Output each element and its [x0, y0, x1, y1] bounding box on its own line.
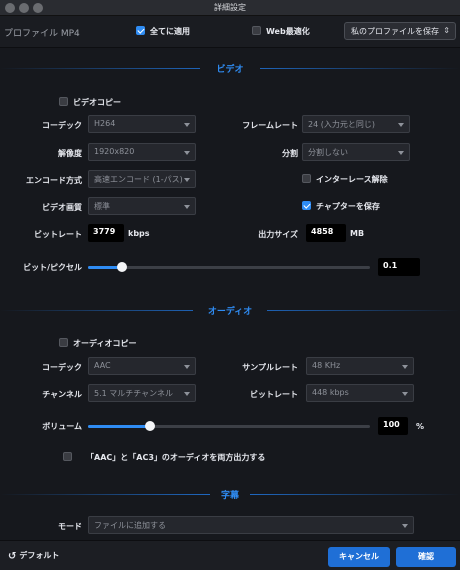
audio-codec-value: AAC [94, 361, 111, 370]
keep-chapters-label: チャプターを保存 [316, 202, 380, 211]
chevron-down-icon [398, 123, 404, 127]
volume-slider[interactable] [88, 421, 370, 431]
reset-default-label: デフォルト [19, 551, 60, 560]
audio-codec-label: コーデック [42, 363, 82, 372]
video-copy-checkbox[interactable] [59, 97, 68, 106]
chevron-down-icon [184, 365, 190, 369]
video-bitrate-input[interactable]: 3779 [88, 224, 124, 242]
deinterlace-label: インターレース解除 [316, 175, 388, 184]
web-optimize-checkbox[interactable] [252, 26, 261, 35]
save-profile-label: 私のプロファイルを保存 [351, 27, 439, 36]
resolution-value: 1920x820 [94, 147, 135, 156]
deinterlace-checkbox[interactable] [302, 174, 311, 183]
volume-value[interactable]: 100 [378, 417, 408, 435]
split-label: 分割 [282, 149, 298, 158]
subtitle-section-title: 字幕 [210, 488, 250, 501]
apply-all-checkbox[interactable] [136, 26, 145, 35]
subtitle-mode-value: ファイルに追加する [94, 521, 166, 530]
chevron-down-icon [402, 392, 408, 396]
save-profile-button[interactable]: 私のプロファイルを保存 ⇕ [344, 22, 456, 40]
apply-all-label: 全てに適用 [150, 27, 190, 36]
volume-unit: % [416, 422, 425, 431]
chevron-down-icon [398, 151, 404, 155]
volume-thumb[interactable] [145, 421, 156, 431]
audio-copy-label: オーディオコピー [73, 339, 137, 348]
audio-codec-select[interactable]: AAC [88, 357, 196, 375]
audio-bitrate-select[interactable]: 448 kbps [306, 384, 414, 402]
split-value: 分割しない [308, 148, 348, 157]
sample-rate-label: サンプルレート [242, 363, 298, 372]
bits-per-pixel-label: ビット/ピクセル [23, 263, 82, 272]
dual-audio-output-label: 「AAC」と「AC3」のオーディオを両方出力する [86, 453, 266, 462]
video-codec-select[interactable]: H264 [88, 115, 196, 133]
video-bitrate-label: ビットレート [34, 230, 82, 239]
reset-default-button[interactable]: ↺ デフォルト [8, 550, 59, 562]
output-size-unit: MB [350, 229, 365, 238]
profile-name: プロファイル MP4 [4, 29, 80, 39]
bits-per-pixel-thumb[interactable] [116, 262, 127, 272]
video-copy-label: ビデオコピー [73, 98, 121, 107]
volume-fill [88, 425, 151, 428]
video-quality-value: 標準 [94, 202, 110, 211]
output-size-label: 出力サイズ [258, 230, 298, 239]
video-codec-value: H264 [94, 119, 116, 128]
keep-chapters-checkbox[interactable] [302, 201, 311, 210]
audio-copy-checkbox[interactable] [59, 338, 68, 347]
video-quality-label: ビデオ画質 [42, 203, 82, 212]
web-optimize-label: Web最適化 [266, 27, 310, 36]
output-size-input[interactable]: 4858 [306, 224, 346, 242]
split-select[interactable]: 分割しない [302, 143, 410, 161]
dual-audio-output-checkbox[interactable] [63, 452, 72, 461]
resolution-select[interactable]: 1920x820 [88, 143, 196, 161]
encode-mode-label: エンコード方式 [26, 176, 82, 185]
chevron-down-icon [402, 365, 408, 369]
channel-value: 5.1 マルチチャンネル [94, 389, 174, 398]
framerate-select[interactable]: 24 (入力元と同じ) [302, 115, 410, 133]
cancel-button[interactable]: キャンセル [328, 547, 390, 567]
sample-rate-select[interactable]: 48 KHz [306, 357, 414, 375]
video-bitrate-unit: kbps [128, 229, 150, 238]
audio-section-title: オーディオ [193, 304, 267, 317]
framerate-value: 24 (入力元と同じ) [308, 120, 375, 129]
title-bar: 詳細設定 [0, 0, 460, 16]
footer-bar: ↺ デフォルト キャンセル 確認 [0, 540, 460, 570]
bits-per-pixel-value[interactable]: 0.1 [378, 258, 420, 276]
channel-select[interactable]: 5.1 マルチチャンネル [88, 384, 196, 402]
channel-label: チャンネル [42, 390, 82, 399]
confirm-button[interactable]: 確認 [396, 547, 456, 567]
chevron-down-icon [184, 392, 190, 396]
sample-rate-value: 48 KHz [312, 361, 341, 370]
window-title: 詳細設定 [214, 3, 246, 12]
subtitle-mode-select[interactable]: ファイルに追加する [88, 516, 414, 534]
encode-mode-value: 高速エンコード (1-パス) [94, 175, 183, 184]
video-quality-select[interactable]: 標準 [88, 197, 196, 215]
audio-bitrate-value: 448 kbps [312, 388, 349, 397]
chevron-down-icon [184, 178, 190, 182]
volume-label: ボリューム [42, 422, 82, 431]
subtitle-mode-label: モード [58, 522, 82, 531]
chevron-down-icon [184, 205, 190, 209]
chevron-updown-icon: ⇕ [443, 26, 450, 35]
reset-icon: ↺ [8, 551, 17, 562]
resolution-label: 解像度 [58, 149, 82, 158]
bits-per-pixel-slider[interactable] [88, 262, 370, 272]
framerate-label: フレームレート [242, 121, 298, 130]
audio-bitrate-label: ビットレート [250, 390, 298, 399]
video-section-title: ビデオ [200, 62, 260, 75]
chevron-down-icon [184, 151, 190, 155]
chevron-down-icon [402, 524, 408, 528]
chevron-down-icon [184, 123, 190, 127]
video-codec-label: コーデック [42, 121, 82, 130]
encode-mode-select[interactable]: 高速エンコード (1-パス) [88, 170, 196, 188]
